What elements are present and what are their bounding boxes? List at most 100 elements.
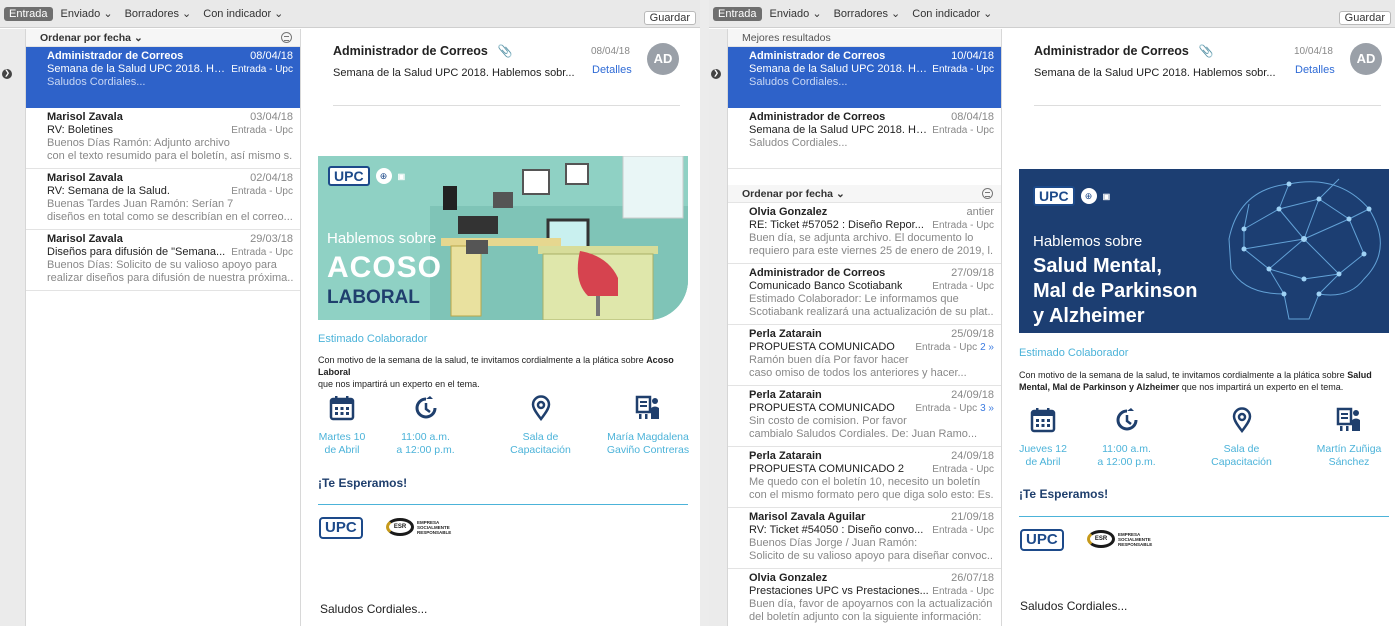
message-sender: Administrador de Correos	[47, 50, 184, 62]
calendar-icon	[329, 395, 355, 421]
list-item[interactable]: Perla Zatarain 24/09/18 PROPUESTA COMUNICA…	[728, 447, 1001, 508]
save-search-button[interactable]: Guardar	[1338, 11, 1391, 25]
event-info-item: 11:00 a.m. a 12:00 p.m.	[1069, 407, 1184, 469]
mailbox-sent-button[interactable]: Enviado ⌄	[770, 7, 822, 20]
header-divider	[333, 105, 680, 106]
event-info-text: María Magdalena Gaviño Contreras	[606, 431, 690, 456]
right-mail-window: Entrada Enviado ⌄ Borradores ⌄ Con indic…	[709, 0, 1395, 626]
message-header-row: Marisol Zavala 29/03/18	[47, 233, 293, 246]
list-item[interactable]: Marisol Zavala 29/03/18 Diseños para difus…	[26, 230, 300, 291]
message-preview: Me quedo con el boletín 10, necesito un …	[749, 476, 981, 488]
chevron-right-icon[interactable]: ❯	[711, 69, 721, 79]
message-subject: PROPUESTA COMUNICADO	[749, 341, 895, 353]
banner-logos: UPC ⊕ ▣	[1033, 186, 1110, 206]
message-header-row: Olvia Gonzalez antier	[749, 206, 994, 219]
upc-logo: UPC	[1033, 186, 1075, 206]
list-item[interactable]: Administrador de Correos 10/04/18 Semana d…	[728, 47, 1001, 108]
details-link[interactable]: Detalles	[1295, 64, 1335, 76]
list-item[interactable]: Perla Zatarain 24/09/18 PROPUESTA COMUNICA…	[728, 386, 1001, 447]
mailbox-label: Entrada - Upc	[932, 525, 994, 536]
mailbox-meta: Entrada - Upc 2 »	[915, 341, 994, 354]
mailbox-meta: Entrada - Upc	[231, 63, 293, 76]
mailbox-label: Entrada - Upc	[231, 247, 293, 258]
mailbox-drafts-button[interactable]: Borradores ⌄	[834, 7, 901, 20]
event-info-item: Jueves 12 de Abril	[1017, 407, 1069, 469]
mailbox-meta: Entrada - Upc 3 »	[915, 402, 994, 415]
list-item[interactable]: Administrador de Correos 27/09/18 Comunica…	[728, 264, 1001, 325]
greeting: Estimado Colaborador	[318, 333, 428, 345]
message-preview: realizar diseños para difusión de nuestr…	[47, 272, 293, 284]
message-sender: Administrador de Correos 📎	[1034, 44, 1214, 58]
clock-icon	[1114, 407, 1140, 433]
mailbox-inbox-button[interactable]: Entrada	[4, 6, 53, 21]
message-date: 25/09/18	[951, 328, 994, 340]
mailbox-drafts-button[interactable]: Borradores ⌄	[125, 7, 192, 20]
mailbox-meta: Entrada - Upc	[932, 219, 994, 232]
message-preview: con el texto resumido para el boletín, a…	[47, 150, 293, 162]
message-header-row: Perla Zatarain 24/09/18	[749, 389, 994, 402]
thread-count-badge[interactable]: 3 »	[980, 403, 994, 414]
message-subject-row: Prestaciones UPC vs Prestaciones... Entra…	[749, 585, 994, 598]
message-sender: Olvia Gonzalez	[749, 206, 828, 218]
mailbox-meta: Entrada - Upc	[231, 246, 293, 259]
details-link[interactable]: Detalles	[592, 64, 632, 76]
upc-logo: UPC	[328, 166, 370, 186]
sort-by-date-menu[interactable]: Ordenar por fecha ⌄	[26, 29, 300, 47]
message-header-row: Olvia Gonzalez 26/07/18	[749, 572, 994, 585]
greeting: Estimado Colaborador	[1019, 347, 1129, 359]
mailbox-label: Entrada - Upc	[231, 125, 293, 136]
mailbox-label: Entrada - Upc	[932, 220, 994, 231]
signoff: Saludos Cordiales...	[1020, 599, 1128, 613]
mailbox-meta: Entrada - Upc	[932, 63, 994, 76]
mailbox-meta: Entrada - Upc	[932, 463, 994, 476]
closing-heading: ¡Te Esperamos!	[318, 476, 408, 490]
clock-icon	[413, 395, 439, 421]
event-info-text: Martes 10 de Abril	[318, 431, 366, 456]
mailbox-inbox-button[interactable]: Entrada	[713, 6, 762, 21]
best-results-header: Mejores resultados	[728, 29, 1001, 47]
window-separator	[700, 0, 709, 626]
save-search-button[interactable]: Guardar	[643, 11, 696, 25]
attachment-icon: 📎	[1198, 44, 1214, 58]
message-sender: Administrador de Correos	[749, 267, 886, 279]
message-sender: Perla Zatarain	[749, 328, 822, 340]
mailbox-flagged-button[interactable]: Con indicador ⌄	[203, 7, 283, 20]
message-subject: Diseños para difusión de "Semana...	[47, 246, 226, 258]
preview-spacer	[749, 89, 994, 102]
invitation-lead: Con motivo de la semana de la salud, te …	[318, 355, 647, 365]
esr-caption: EMPRESA SOCIALMENTE RESPONSABLE	[1118, 531, 1153, 547]
message-date: 27/09/18	[951, 267, 994, 279]
thread-count-badge[interactable]: 2 »	[980, 342, 994, 353]
banner-title-line2: LABORAL	[327, 287, 420, 308]
invitation-tail: que nos impartirá un experto en el tema.	[1179, 382, 1344, 392]
message-subject-row: RV: Semana de la Salud. Entrada - Upc	[47, 185, 293, 198]
message-preview: del boletín adjunto con la siguiente inf…	[749, 611, 982, 623]
list-item[interactable]: Marisol Zavala Aguilar 21/09/18 RV: Ticket…	[728, 508, 1001, 569]
mailbox-meta: Entrada - Upc	[231, 185, 293, 198]
list-item[interactable]: Perla Zatarain 25/09/18 PROPUESTA COMUNICA…	[728, 325, 1001, 386]
message-subject: Semana de la Salud UPC 2018. Ha...	[749, 124, 929, 136]
mailbox-sent-button[interactable]: Enviado ⌄	[61, 7, 113, 20]
chevron-right-icon[interactable]: ❯	[2, 69, 12, 79]
message-preview: Buenos Días: Solicito de su valioso apoy…	[47, 259, 277, 271]
list-item[interactable]: Marisol Zavala 02/04/18 RV: Semana de la S…	[26, 169, 300, 230]
message-subject: PROPUESTA COMUNICADO	[749, 402, 895, 414]
invitation-text: Con motivo de la semana de la salud, te …	[1019, 369, 1391, 393]
message-header-row: Perla Zatarain 24/09/18	[749, 450, 994, 463]
message-sender: Olvia Gonzalez	[749, 572, 828, 584]
message-subject: PROPUESTA COMUNICADO 2	[749, 463, 905, 475]
list-item[interactable]: Administrador de Correos 08/04/18 Semana d…	[26, 47, 300, 108]
message-header-row: Administrador de Correos 10/04/18	[749, 50, 994, 63]
list-item[interactable]: Olvia Gonzalez antier RE: Ticket #57052 : …	[728, 203, 1001, 264]
filter-icon[interactable]	[982, 188, 993, 199]
list-item[interactable]: Marisol Zavala 03/04/18 RV: Boletines Entra…	[26, 108, 300, 169]
filter-icon[interactable]	[281, 32, 292, 43]
mailbox-flagged-button[interactable]: Con indicador ⌄	[912, 7, 992, 20]
list-item[interactable]: Administrador de Correos 08/04/18 Semana d…	[728, 108, 1001, 169]
esr-badge: ESR	[1087, 530, 1115, 548]
imss-logo-icon: ▣	[397, 171, 406, 181]
message-date: 29/03/18	[250, 233, 293, 245]
message-sender: Perla Zatarain	[749, 450, 822, 462]
sort-by-date-menu[interactable]: Ordenar por fecha ⌄	[728, 185, 1001, 203]
list-item[interactable]: Olvia Gonzalez 26/07/18 Prestaciones UPC v…	[728, 569, 1001, 626]
